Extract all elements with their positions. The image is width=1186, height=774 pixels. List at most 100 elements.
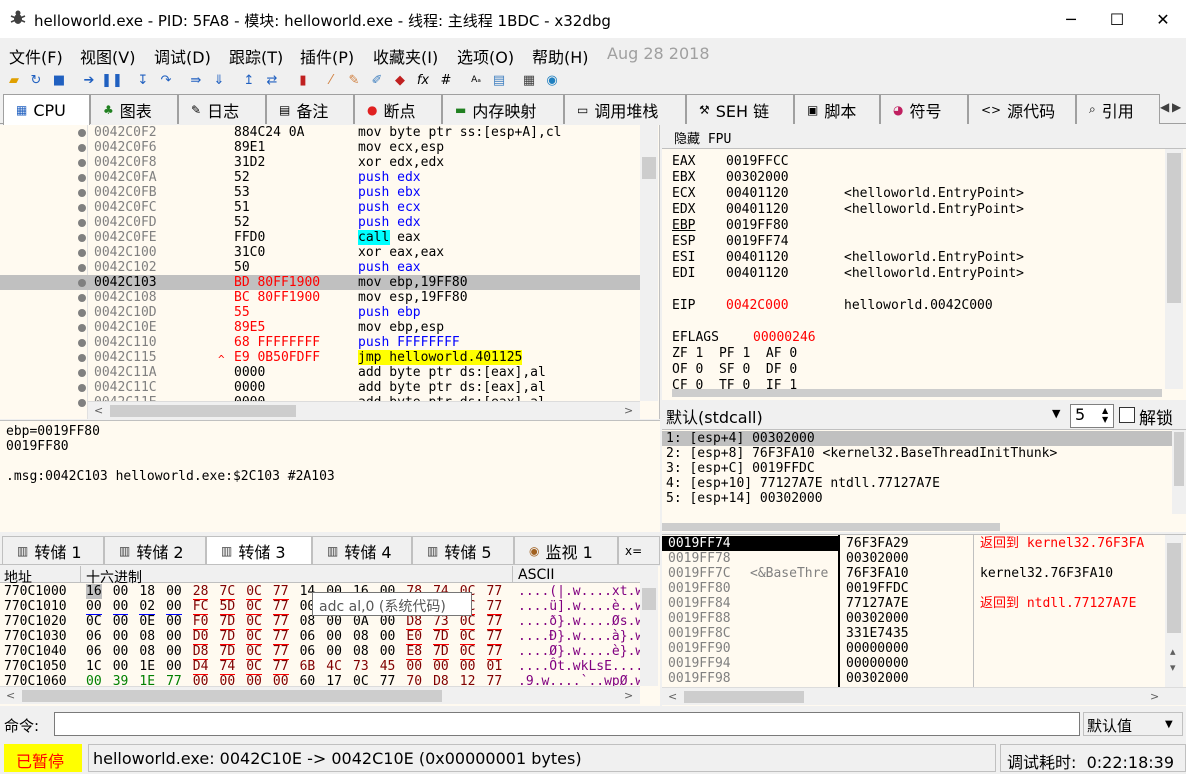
argument-row[interactable]: 5: [esp+14] 00302000 — [666, 491, 823, 506]
scroll-left-icon[interactable]: < — [6, 689, 15, 702]
info-pane[interactable]: ebp=0019FF80 0019FF80 .msg:0042C103 hell… — [0, 420, 660, 532]
scroll-up-icon[interactable]: ▴ — [1170, 645, 1176, 658]
stack-row[interactable]: 0019FF8C 331E7435 — [662, 626, 1165, 641]
function-icon[interactable]: fx — [414, 71, 432, 89]
stack-hscroll[interactable]: < > — [662, 687, 1186, 705]
disasm-row[interactable]: 0042C102 50 push eax — [0, 260, 640, 275]
disasm-row[interactable]: 0042C0FE FFD0 call eax — [0, 230, 640, 245]
argument-row[interactable]: 2: [esp+8] 76F3FA10 <kernel32.BaseThread… — [666, 446, 1057, 461]
disasm-row[interactable]: 0042C10E 89E5 mov ebp,esp — [0, 320, 640, 335]
patch-icon[interactable]: ⁄ — [322, 71, 340, 89]
dump-pane[interactable]: 地址 十六进制 ASCII 770C1000 16 00 18 00 28 7C … — [0, 566, 660, 706]
register-row-eip[interactable]: EIP 0042C000 helloworld.0042C000 — [672, 298, 1152, 314]
breakpoint-dot-icon[interactable] — [78, 189, 86, 197]
menu-debug[interactable]: 调试(D) — [154, 44, 211, 68]
column-divider[interactable] — [80, 566, 81, 583]
open-icon[interactable]: ▰ — [5, 71, 23, 89]
menu-plugins[interactable]: 插件(P) — [300, 44, 354, 68]
tab-dump-1[interactable]: ▥ 转储 1 — [2, 536, 104, 564]
tab-watch-1[interactable]: ◉ 监视 1 — [514, 536, 618, 564]
trace-into-icon[interactable]: ⇛ — [187, 71, 205, 89]
register-row[interactable]: EAX 0019FFCC — [672, 154, 1152, 170]
tab-dump-3[interactable]: ▥ 转储 3 — [206, 536, 312, 564]
disasm-row[interactable]: 0042C108 BC 80FF1900 mov esp,19FF80 — [0, 290, 640, 305]
maximize-button[interactable]: ☐ — [1094, 0, 1140, 38]
register-row-eflags[interactable]: EFLAGS 00000246 — [672, 330, 1152, 346]
chevron-down-icon[interactable]: ▼ — [1165, 719, 1173, 730]
register-row[interactable]: ESP 0019FF74 — [672, 234, 1152, 250]
menu-view[interactable]: 视图(V) — [80, 44, 135, 68]
disasm-hscroll-thumb[interactable] — [110, 405, 296, 417]
disasm-row[interactable]: 0042C0FC 51 push ecx — [0, 200, 640, 215]
flags-row[interactable]: OF 0 SF 0 DF 0 — [672, 362, 797, 377]
stack-row[interactable]: 0019FF90 00000000 — [662, 641, 1165, 656]
chevron-down-icon[interactable]: ▼ — [1052, 407, 1060, 420]
tab-script[interactable]: ▣ 脚本 — [794, 94, 880, 124]
breakpoint-dot-icon[interactable] — [78, 309, 86, 317]
arguments-pane[interactable]: 1: [esp+4] 00302000 2: [esp+8] 76F3FA10 <… — [662, 429, 1186, 532]
stack-vscroll[interactable]: ▴ ▾ — [1165, 535, 1183, 687]
tab-source[interactable]: <> 源代码 — [968, 94, 1076, 124]
breakpoint-dot-icon[interactable] — [78, 144, 86, 152]
close-button[interactable]: ✕ — [1140, 0, 1186, 38]
args-hscroll[interactable] — [662, 523, 1000, 531]
tab-scroll-right-icon[interactable]: ▶ — [1172, 100, 1181, 114]
disasm-row[interactable]: 0042C0FD 52 push edx — [0, 215, 640, 230]
args-vscroll-thumb[interactable] — [1174, 432, 1184, 486]
scroll-left-icon[interactable]: < — [94, 404, 103, 417]
register-row[interactable]: ECX 00401120 <helloworld.EntryPoint> — [672, 186, 1152, 202]
dump-hscroll-thumb[interactable] — [22, 690, 442, 702]
disasm-hscroll[interactable]: < > — [88, 401, 640, 419]
unlock-checkbox[interactable] — [1119, 407, 1135, 423]
menu-help[interactable]: 帮助(H) — [532, 44, 589, 68]
argument-row[interactable]: 4: [esp+10] 77127A7E ntdll.77127A7E — [666, 476, 940, 491]
register-row[interactable]: EDI 00401120 <helloworld.EntryPoint> — [672, 266, 1152, 282]
disasm-vscroll-thumb[interactable] — [642, 157, 656, 179]
tab-dump-4[interactable]: ▥ 转储 4 — [312, 536, 412, 564]
tab-dump-2[interactable]: ▥ 转储 2 — [104, 536, 206, 564]
dump-row[interactable]: 770C1030 06 00 08 00 D0 7D 0C 77 06 00 08… — [0, 629, 643, 645]
disasm-row[interactable]: 0042C11C 0000 add byte ptr ds:[eax],al — [0, 380, 640, 395]
disasm-vscroll[interactable] — [640, 125, 658, 401]
dump-row[interactable]: 770C1020 0C 00 0E 00 F0 7D 0C 77 08 00 0A… — [0, 614, 643, 630]
disasm-row[interactable]: 0042C100 31C0 xor eax,eax — [0, 245, 640, 260]
dump-row[interactable]: 770C1050 1C 00 1E 00 D4 74 0C 77 6B 4C 73… — [0, 659, 643, 675]
tab-scroll-left-icon[interactable]: ◀ — [1160, 100, 1169, 114]
dump-vscroll[interactable] — [640, 566, 658, 686]
disasm-row[interactable]: 0042C0F2 884C24 0A mov byte ptr ss:[esp+A]… — [0, 125, 640, 140]
breakpoint-dot-icon[interactable] — [78, 294, 86, 302]
breakpoint-dot-icon[interactable] — [78, 384, 86, 392]
stop-icon[interactable]: ■ — [50, 71, 68, 89]
args-vscroll[interactable] — [1172, 430, 1186, 514]
tab-cpu[interactable]: ▦ CPU — [3, 94, 90, 125]
stack-row[interactable]: 0019FF98 00302000 — [662, 671, 1165, 686]
calling-convention-select[interactable]: 默认(stdcall) — [664, 404, 1066, 427]
pause-icon[interactable]: ❚❚ — [101, 71, 123, 89]
registers-vscroll-thumb[interactable] — [1167, 153, 1181, 303]
stack-row[interactable]: 0019FF84 77127A7E 返回到 ntdll.77127A7E — [662, 596, 1165, 611]
column-divider[interactable] — [512, 566, 513, 583]
register-row[interactable]: EBX 00302000 — [672, 170, 1152, 186]
trace-over-icon[interactable]: ⇓ — [210, 71, 228, 89]
breakpoint-dot-icon[interactable] — [78, 249, 86, 257]
registers-pane[interactable]: 隐藏 FPU EAX 0019FFCC EBX 00302000 ECX 00401120… — [662, 125, 1186, 400]
argument-row[interactable]: 1: [esp+4] 00302000 — [666, 431, 815, 446]
menu-options[interactable]: 选项(O) — [457, 44, 514, 68]
register-row[interactable]: EDX 00401120 <helloworld.EntryPoint> — [672, 202, 1152, 218]
dump-vscroll-thumb[interactable] — [642, 588, 656, 610]
tab-call-stack[interactable]: ▭ 调用堆栈 — [564, 94, 686, 124]
stack-row[interactable]: 0019FF7C <&BaseThre 76F3FA10 kernel32.76F3F… — [662, 566, 1165, 581]
tab-notes[interactable]: ▤ 备注 — [266, 94, 354, 124]
scroll-down-icon[interactable]: ▾ — [1170, 661, 1176, 674]
disasm-row[interactable]: 0042C0F6 89E1 mov ecx,esp — [0, 140, 640, 155]
tab-dump-5[interactable]: ▥ 转储 5 — [412, 536, 514, 564]
breakpoint-dot-icon[interactable] — [78, 129, 86, 137]
step-into-icon[interactable]: ↧ — [134, 71, 152, 89]
menu-favourites[interactable]: 收藏夹(I) — [373, 44, 438, 68]
disasm-row[interactable]: 0042C0FB 53 push ebx — [0, 185, 640, 200]
execute-till-return-icon[interactable]: ↥ — [240, 71, 258, 89]
disasm-row[interactable]: 0042C0FA 52 push edx — [0, 170, 640, 185]
dump-row[interactable]: 770C1040 06 00 08 00 D8 7D 0C 77 06 00 08… — [0, 644, 643, 660]
bookmark-icon[interactable]: ◆ — [391, 71, 409, 89]
stack-row[interactable]: 0019FF94 00000000 — [662, 656, 1165, 671]
